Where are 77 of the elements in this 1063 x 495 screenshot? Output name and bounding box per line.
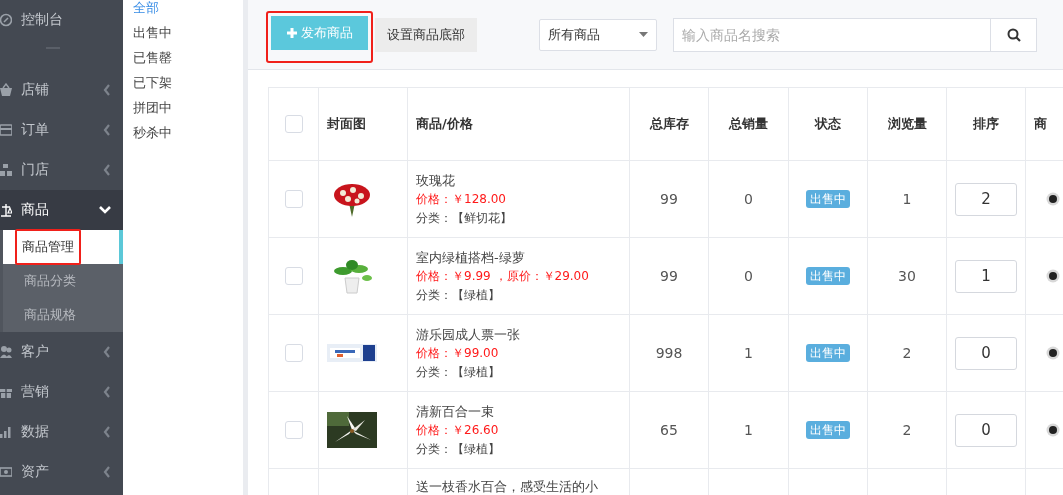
product-category: 分类：【绿植】 [416, 440, 501, 458]
sort-field[interactable]: 0 [955, 413, 1017, 447]
submenu-item[interactable]: 商品管理 [3, 230, 123, 264]
product-category: 分类：【鲜切花】 [416, 209, 513, 227]
card-icon [0, 123, 12, 137]
caret-icon [639, 32, 648, 37]
sidebar-item[interactable]: 营销 [0, 372, 123, 412]
sidebar-item[interactable]: 订单 [0, 110, 123, 150]
money-icon [0, 465, 12, 479]
search-icon [1006, 27, 1021, 42]
checkbox[interactable] [284, 190, 303, 208]
column-header: 总销量 [729, 116, 768, 131]
table-cell: 0 [744, 191, 753, 207]
product-category: 分类：【绿植】 [416, 363, 501, 381]
product-price: 价格：￥128.00 [416, 190, 507, 208]
product-price: 价格：￥26.60 [416, 421, 500, 439]
column-header: 状态 [815, 116, 841, 131]
table-cell: 30 [898, 268, 916, 284]
sidebar-item[interactable]: 门店 [0, 150, 123, 190]
scale-icon [0, 203, 12, 217]
filter-link[interactable]: 全部 [133, 0, 243, 20]
status-badge: 出售中 [806, 266, 850, 285]
status-badge: 出售中 [806, 189, 850, 208]
bar-chart-icon [0, 425, 12, 439]
search-button[interactable] [991, 17, 1037, 52]
product-name: 游乐园成人票一张 [416, 325, 521, 344]
table-cell: 1 [902, 191, 912, 207]
column-header: 总库存 [649, 116, 689, 131]
filter-link[interactable]: 已下架 [133, 70, 243, 95]
type-select[interactable]: 所有商品 [539, 18, 657, 51]
checkbox[interactable] [284, 421, 303, 439]
table-cell: 1 [744, 345, 753, 361]
users-icon [0, 345, 12, 359]
column-header: 商品/价格 [416, 116, 473, 131]
product-name: 送一枝香水百合，感受生活的小 [416, 478, 599, 495]
checkbox[interactable] [284, 115, 303, 133]
status-badge: 出售中 [806, 343, 850, 362]
sidebar-item[interactable]: 资产 [0, 452, 123, 492]
product-name: 清新百合一束 [416, 402, 495, 421]
product-name: 室内绿植搭档-绿萝 [416, 248, 526, 267]
product-category: 分类：【绿植】 [416, 286, 501, 304]
settings-button[interactable]: 设置商品底部 [375, 17, 477, 52]
sidebar-item[interactable]: 客户 [0, 332, 123, 372]
sidebar-item[interactable]: 商品 [0, 190, 123, 230]
dashboard-icon [0, 13, 12, 27]
sort-field[interactable]: 0 [955, 336, 1017, 370]
sort-field[interactable]: 1 [955, 259, 1017, 293]
sidebar-item[interactable]: 数据 [0, 412, 123, 452]
table-cell: 2 [902, 345, 912, 361]
table-cell: 998 [655, 345, 683, 361]
table-cell: 1 [744, 422, 753, 438]
sidebar-item[interactable]: 控制台 [0, 0, 123, 40]
sort-field[interactable]: 2 [955, 182, 1017, 216]
filter-link[interactable]: 出售中 [133, 20, 243, 45]
table-cell: 2 [902, 422, 912, 438]
status-badge: 出售中 [806, 420, 850, 439]
checkbox[interactable] [284, 344, 303, 362]
column-header: 排序 [973, 116, 999, 131]
filter-link[interactable]: 拼团中 [133, 95, 243, 120]
sitemap-icon [0, 163, 12, 177]
column-header: 商 [1034, 116, 1047, 131]
filter-link[interactable]: 秒杀中 [133, 120, 243, 145]
column-header: 浏览量 [887, 116, 927, 131]
search-field[interactable]: 输入商品名搜索 [673, 17, 991, 52]
product-name: 玫瑰花 [416, 171, 456, 190]
filter-link[interactable]: 已售罄 [133, 45, 243, 70]
checkbox[interactable] [284, 267, 303, 285]
table-cell: 99 [660, 191, 678, 207]
product-price: 价格：￥9.99 ，原价：￥29.00 [416, 267, 590, 285]
table-cell: 99 [660, 268, 678, 284]
product-price: 价格：￥99.00 [416, 344, 500, 362]
plus-icon [286, 28, 297, 38]
column-header: 封面图 [327, 116, 366, 131]
table-cell: 65 [660, 422, 678, 438]
table-cell: 0 [744, 268, 753, 284]
sidebar-item[interactable]: 店铺 [0, 70, 123, 110]
basket-icon [0, 83, 12, 97]
